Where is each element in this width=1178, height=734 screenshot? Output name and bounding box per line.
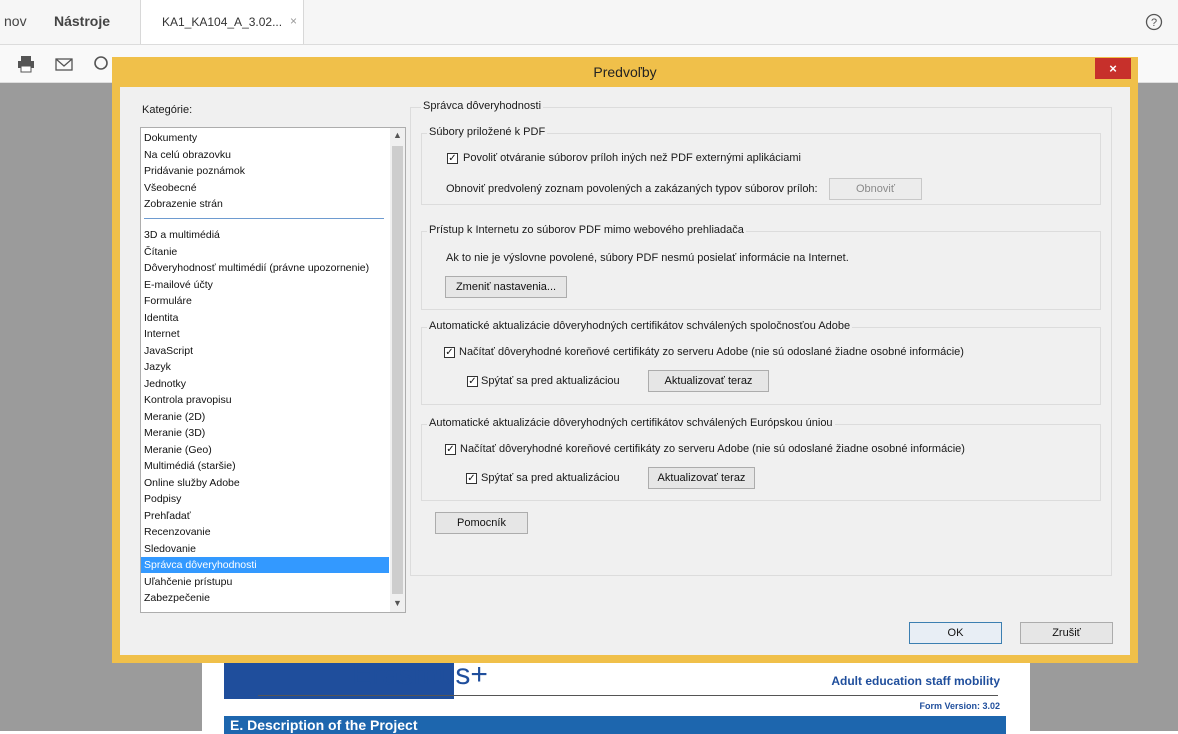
list-separator (144, 218, 384, 219)
allow-attachments-label[interactable]: Povoliť otváranie súborov príloh iných n… (463, 152, 801, 164)
tab-document[interactable]: KA1_KA104_A_3.02... × (140, 0, 304, 44)
ok-button[interactable]: OK (909, 622, 1002, 644)
category-item[interactable]: Online služby Adobe (144, 475, 240, 491)
internet-access-group: Prístup k Internetu zo súborov PDF mimo … (421, 224, 1101, 310)
help-button[interactable]: Pomocník (435, 512, 528, 534)
eu-ask-checkbox[interactable]: ✓ (466, 473, 477, 484)
category-item[interactable]: E-mailové účty (144, 277, 213, 293)
category-item[interactable]: Identita (144, 310, 178, 326)
eu-ask-label[interactable]: Spýtať sa pred aktualizáciou (481, 472, 620, 484)
print-icon[interactable] (16, 54, 36, 74)
categories-label: Kategórie: (142, 104, 193, 116)
scroll-up-icon[interactable]: ▲ (393, 130, 402, 140)
erasmus-logo: Erasmus+ (352, 658, 488, 691)
change-settings-button[interactable]: Zmeniť nastavenia... (445, 276, 567, 298)
category-item[interactable]: Jednotky (144, 376, 186, 392)
adobe-ask-checkbox[interactable]: ✓ (467, 376, 478, 387)
scrollbar-thumb[interactable] (392, 146, 403, 594)
category-item[interactable]: JavaScript (144, 343, 193, 359)
categories-list[interactable]: ▲ ▼ Dokumenty Na celú obrazovku Pridávanie… (140, 127, 406, 613)
category-item[interactable]: Čítanie (144, 244, 177, 260)
preferences-dialog: Predvoľby × Kategórie: ▲ ▼ Dokumenty Na c… (112, 57, 1138, 663)
adobe-update-now-button[interactable]: Aktualizovať teraz (648, 370, 769, 392)
adobe-load-certs-label[interactable]: Načítať dôveryhodné koreňové certifikáty… (459, 346, 964, 358)
internet-info-text: Ak to nie je výslovne povolené, súbory P… (446, 252, 849, 264)
tab-document-label: KA1_KA104_A_3.02... (162, 15, 283, 29)
attachments-group: Súbory priložené k PDF ✓ Povoliť otváran… (421, 126, 1101, 205)
tab-home[interactable]: nov (4, 13, 27, 29)
panel-title: Správca dôveryhodnosti (421, 100, 544, 112)
category-item[interactable]: Jazyk (144, 359, 171, 375)
trust-manager-panel: Správca dôveryhodnosti Súbory priložené … (410, 100, 1112, 576)
adobe-ask-label[interactable]: Spýtať sa pred aktualizáciou (481, 375, 620, 387)
dialog-close-button[interactable]: × (1095, 58, 1131, 79)
internet-access-legend: Prístup k Internetu zo súborov PDF mimo … (427, 224, 746, 236)
help-circle-icon[interactable]: ? (1145, 13, 1163, 31)
eu-updates-legend: Automatické aktualizácie dôveryhodných c… (427, 417, 835, 429)
category-item[interactable]: 3D a multimédiá (144, 227, 220, 243)
restore-button[interactable]: Obnoviť (829, 178, 922, 200)
category-item[interactable]: Meranie (2D) (144, 409, 205, 425)
scroll-down-icon[interactable]: ▼ (393, 598, 402, 608)
section-header: E. Description of the Project (224, 716, 1006, 734)
category-item[interactable]: Dôveryhodnosť multimédií (právne upozorn… (144, 260, 369, 276)
category-item[interactable]: Na celú obrazovku (144, 147, 231, 163)
category-item[interactable]: Dokumenty (144, 130, 197, 146)
category-item[interactable]: Recenzovanie (144, 524, 211, 540)
search-icon[interactable] (92, 54, 112, 74)
category-item[interactable]: Sledovanie (144, 541, 196, 557)
eu-load-certs-label[interactable]: Načítať dôveryhodné koreňové certifikáty… (460, 443, 965, 455)
category-item[interactable]: Internet (144, 326, 180, 342)
category-item[interactable]: Zabezpečenie (144, 590, 210, 606)
divider (258, 695, 998, 696)
category-item[interactable]: Meranie (3D) (144, 425, 205, 441)
category-item[interactable]: Zobrazenie strán (144, 196, 223, 212)
category-item[interactable]: Všeobecné (144, 180, 197, 196)
email-icon[interactable] (54, 54, 74, 74)
dialog-title: Predvoľby (593, 64, 657, 80)
svg-text:?: ? (1151, 17, 1157, 29)
document-subtitle: Adult education staff mobility (831, 674, 1000, 688)
eu-load-certs-checkbox[interactable]: ✓ (445, 444, 456, 455)
tab-tools[interactable]: Nástroje (54, 13, 110, 29)
adobe-load-certs-checkbox[interactable]: ✓ (444, 347, 455, 358)
restore-list-label: Obnoviť predvolený zoznam povolených a z… (446, 183, 818, 195)
dialog-body: Kategórie: ▲ ▼ Dokumenty Na celú obrazovk… (120, 87, 1130, 655)
category-item[interactable]: Formuláre (144, 293, 192, 309)
dialog-title-bar[interactable]: Predvoľby × (112, 57, 1138, 87)
category-item-selected[interactable]: Správca dôveryhodnosti (141, 557, 389, 573)
category-item[interactable]: Prehľadať (144, 508, 191, 524)
allow-attachments-checkbox[interactable]: ✓ (447, 153, 458, 164)
category-item[interactable]: Meranie (Geo) (144, 442, 212, 458)
cancel-button[interactable]: Zrušiť (1020, 622, 1113, 644)
list-scrollbar[interactable]: ▲ ▼ (390, 128, 405, 612)
attachments-legend: Súbory priložené k PDF (427, 126, 548, 138)
category-item[interactable]: Kontrola pravopisu (144, 392, 232, 408)
tab-close-button[interactable]: × (290, 14, 297, 28)
adobe-updates-group: Automatické aktualizácie dôveryhodných c… (421, 320, 1101, 405)
category-item[interactable]: Pridávanie poznámok (144, 163, 245, 179)
eu-update-now-button[interactable]: Aktualizovať teraz (648, 467, 755, 489)
form-version: Form Version: 3.02 (919, 701, 1000, 711)
eu-updates-group: Automatické aktualizácie dôveryhodných c… (421, 417, 1101, 501)
category-item[interactable]: Podpisy (144, 491, 181, 507)
category-item[interactable]: Multimédiá (staršie) (144, 458, 236, 474)
category-item[interactable]: Uľahčenie prístupu (144, 574, 232, 590)
tab-bar: nov Nástroje KA1_KA104_A_3.02... × ? (0, 0, 1178, 45)
adobe-updates-legend: Automatické aktualizácie dôveryhodných c… (427, 320, 853, 332)
